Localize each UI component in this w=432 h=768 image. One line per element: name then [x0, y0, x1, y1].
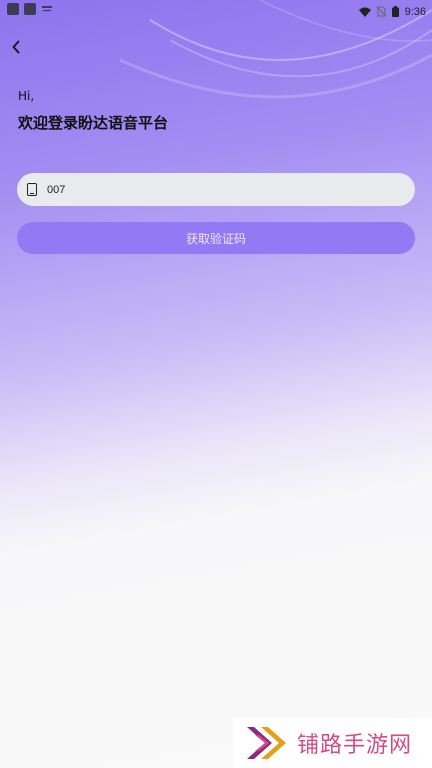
greeting-text: Hi, [18, 89, 35, 103]
wifi-icon [358, 2, 371, 21]
watermark-logo-icon [247, 727, 286, 759]
battery-icon [391, 2, 399, 21]
watermark-text: 铺路手游网 [297, 733, 413, 758]
no-sim-icon [376, 2, 386, 21]
status-time: 9:36 [404, 5, 426, 18]
welcome-title: 欢迎登录盼达语音平台 [18, 114, 169, 132]
phone-input[interactable]: 007 [17, 173, 415, 206]
notification-icon [41, 3, 53, 15]
get-code-button[interactable]: 获取验证码 [17, 222, 415, 254]
phone-input-value[interactable]: 007 [47, 184, 65, 196]
get-code-label: 获取验证码 [185, 231, 246, 246]
back-button[interactable] [6, 36, 26, 58]
app-icon [24, 3, 36, 15]
phone-icon [27, 183, 37, 196]
watermark: 铺路手游网 [233, 718, 432, 768]
app-icon [7, 3, 19, 15]
status-bar: 9:36 [0, 0, 432, 18]
chevron-left-icon [12, 40, 20, 54]
